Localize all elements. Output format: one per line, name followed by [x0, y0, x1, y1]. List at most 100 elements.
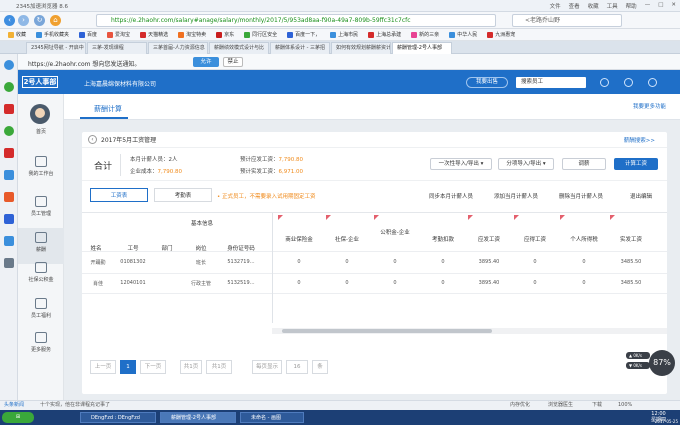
app-logo[interactable]: 2号人事部 [22, 76, 58, 88]
item-import-export-button[interactable]: 分项导入/导出 ▾ [498, 158, 554, 170]
sidebar-clock-icon[interactable] [4, 82, 14, 92]
menu-file[interactable]: 文件 [550, 2, 561, 10]
sidebar-bird-icon[interactable] [4, 236, 14, 246]
browser-tab-active[interactable]: 薪酬管理-2号人事部 [392, 42, 452, 54]
forward-icon[interactable]: › [18, 15, 29, 26]
favorite-item[interactable]: 淘宝特卖 [174, 31, 210, 38]
prev-page-button[interactable]: 上一页 [90, 360, 116, 374]
taskbar-item[interactable]: 薪酬管理-2号人事部 [160, 412, 236, 423]
cell-earned-pay[interactable]: 0 [514, 280, 556, 286]
cell-housing-fund[interactable]: 0 [374, 259, 416, 265]
remove-employees-link[interactable]: 删除当月计薪人员 [559, 192, 603, 200]
cell-income-tax[interactable]: 0 [560, 280, 608, 286]
cell-housing-fund[interactable]: 0 [374, 280, 416, 286]
exit-edit-link[interactable]: 退出编辑 [630, 192, 652, 200]
more-features-link[interactable]: 我要更多功能 [633, 102, 666, 110]
tab-salary-calculation[interactable]: 薪酬计算 [94, 104, 122, 114]
favorite-item[interactable]: 中华人民 [445, 31, 481, 38]
sidebar-item-social-security[interactable]: 社保公积金 [18, 258, 64, 294]
favorite-item[interactable]: 新的三亲 [407, 31, 443, 38]
sidebar-taobao-icon[interactable] [4, 148, 14, 158]
sidebar-video-icon[interactable] [4, 214, 14, 224]
browser-tab[interactable]: 三茅-发现课程 [87, 42, 147, 54]
cell-net-pay[interactable]: 3485.50 [610, 259, 652, 265]
start-button[interactable]: ⊞ [2, 412, 34, 423]
menu-view[interactable]: 查看 [569, 2, 580, 10]
home-icon[interactable]: ⌂ [50, 15, 61, 26]
menu-help[interactable]: 帮助 [626, 2, 637, 10]
favorite-item[interactable]: 百度一下， [283, 31, 324, 38]
download-link[interactable]: 下载 [592, 401, 602, 410]
sidebar-chat-icon[interactable] [4, 126, 14, 136]
favorite-item[interactable]: 九洲惠宠 [483, 31, 519, 38]
per-page-select[interactable]: 16 [286, 360, 308, 374]
memory-optimize-link[interactable]: 内存优化 [510, 401, 530, 410]
employee-search-input[interactable]: 搜索员工 [516, 77, 586, 88]
browser-tab[interactable]: 三茅首届-人力资源信息 [148, 42, 208, 54]
menu-tools[interactable]: 工具 [607, 2, 618, 10]
sidebar-item-workbench[interactable]: 我的工作台 [18, 152, 64, 188]
block-notification-button[interactable]: 禁止 [223, 57, 243, 67]
next-page-button[interactable]: 下一页 [140, 360, 166, 374]
favorite-item[interactable]: 手机收藏夹 [32, 31, 73, 38]
browser-tab[interactable]: 2345网址导航 - 开启中 [26, 42, 86, 54]
favorite-item[interactable]: 同行区安全 [240, 31, 281, 38]
browser-doctor-link[interactable]: 浏览器医生 [548, 401, 573, 410]
cell-name[interactable]: 开踊勤 [86, 259, 110, 266]
user-icon[interactable] [600, 78, 609, 87]
taskbar-item[interactable]: DEngFzd : DEngFzd [80, 412, 156, 423]
sidebar-speaker-icon[interactable] [4, 60, 14, 70]
sync-employees-link[interactable]: 同步本月计薪人员 [429, 192, 473, 200]
window-maximize-icon[interactable]: □ [658, 2, 663, 10]
browser-tab[interactable]: 薪酬体系设计 - 三茅招 [270, 42, 330, 54]
allow-notification-button[interactable]: 允许 [193, 57, 219, 67]
tab-attendance-sheet[interactable]: 考勤表 [154, 188, 212, 202]
table-horizontal-scrollbar[interactable] [272, 328, 667, 334]
add-employees-link[interactable]: 添加当月计薪人员 [494, 192, 538, 200]
favorite-item[interactable]: 百度 [75, 31, 101, 38]
cell-insurance[interactable]: 0 [278, 280, 320, 286]
sidebar-item-more[interactable]: 更多服务 [18, 328, 64, 364]
menu-favorites[interactable]: 收藏 [588, 2, 599, 10]
cell-insurance[interactable]: 0 [278, 259, 320, 265]
sidebar-game-icon[interactable] [4, 170, 14, 180]
sidebar-news-icon[interactable] [4, 104, 14, 114]
news-ticker[interactable]: 十个实现，他在非课程充记事了 [40, 401, 110, 410]
memory-gauge[interactable]: 87% [649, 350, 675, 376]
adjust-salary-button[interactable]: 调薪 [562, 158, 606, 170]
favorite-item[interactable]: 上海总承建 [364, 31, 405, 38]
favorite-item[interactable]: 收藏 [4, 31, 30, 38]
favorite-item[interactable]: 京东 [212, 31, 238, 38]
favorite-item[interactable]: 爱淘宝 [103, 31, 134, 38]
refresh-icon[interactable]: ↻ [34, 15, 45, 26]
url-input[interactable]: https://e.2haohr.com/salary#anage/salary… [96, 14, 496, 27]
taskbar-item[interactable]: 未命名 - 画图 [240, 412, 304, 423]
cell-net-pay[interactable]: 3485.50 [610, 280, 652, 286]
cell-social-security[interactable]: 0 [326, 280, 368, 286]
favorite-item[interactable]: 上海市民 [326, 31, 362, 38]
browser-search-input[interactable]: <老路乔山野 [512, 14, 622, 27]
page-1-button[interactable]: 1 [120, 360, 136, 374]
tab-salary-sheet[interactable]: 工资表 [90, 188, 148, 202]
salary-search-link[interactable]: 薪酬搜索>> [624, 136, 655, 144]
bulk-import-export-button[interactable]: 一次性导入/导出 ▾ [430, 158, 492, 170]
back-circle-icon[interactable]: ‹ [88, 135, 97, 144]
sidebar-item-home[interactable]: 首页 [18, 128, 64, 150]
scrollbar-thumb[interactable] [282, 329, 492, 333]
sidebar-cloud-icon[interactable] [4, 258, 14, 268]
sidebar-item-employees[interactable]: 员工管理 [18, 192, 64, 228]
window-close-icon[interactable]: ✕ [671, 2, 676, 10]
sidebar-shop-icon[interactable] [4, 192, 14, 202]
cell-earned-pay[interactable]: 0 [514, 259, 556, 265]
calculate-salary-button[interactable]: 计算工资 [614, 158, 658, 170]
avatar[interactable] [30, 104, 50, 124]
cell-attendance-deduction[interactable]: 0 [422, 259, 464, 265]
window-minimize-icon[interactable]: — [645, 2, 651, 10]
news-headline-label[interactable]: 头条新闻 [4, 401, 24, 410]
help-icon[interactable] [648, 78, 657, 87]
favorite-item[interactable]: 天猫精选 [136, 31, 172, 38]
browser-tab[interactable]: 薪酬绩效模式设计与比 [209, 42, 269, 54]
cell-gross-pay[interactable]: 3895.40 [468, 280, 510, 286]
browser-tab[interactable]: 如何有效规划薪酬薪资计 [331, 42, 391, 54]
cell-income-tax[interactable]: 0 [560, 259, 608, 265]
